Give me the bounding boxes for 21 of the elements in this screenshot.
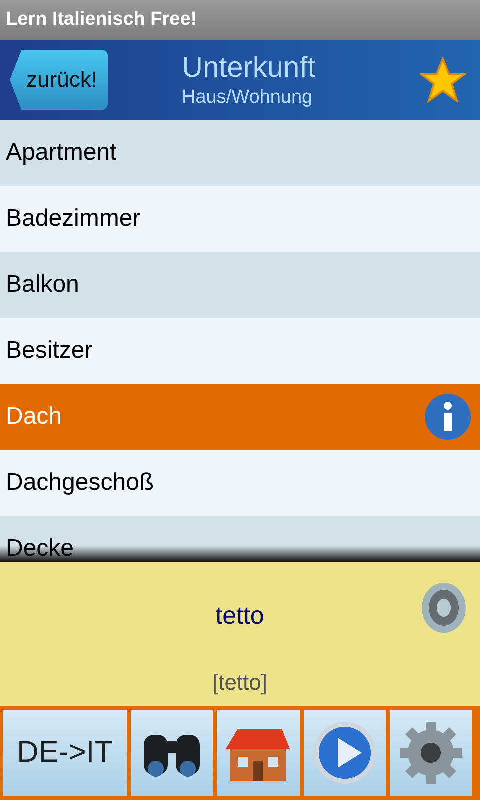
info-icon[interactable] [424, 393, 472, 441]
star-icon[interactable] [420, 57, 466, 103]
toolbar-button[interactable] [390, 710, 472, 796]
back-button[interactable]: zurück! [10, 50, 108, 110]
translation-word: tetto [216, 602, 264, 630]
pronunciation-text: [tetto] [211, 670, 269, 697]
category-title: Unterkunft [182, 51, 316, 86]
category-subtitle: Haus/Wohnung [182, 86, 313, 110]
speaker-icon[interactable] [420, 582, 468, 634]
word-row[interactable]: Dachgeschoß [0, 450, 480, 516]
settings-icon [398, 720, 464, 786]
word-row[interactable]: Apartment [0, 120, 480, 186]
word-row[interactable]: Besitzer [0, 318, 480, 384]
app-title: Lern Italienisch Free! [6, 9, 198, 31]
play-icon [312, 720, 378, 786]
word-row[interactable]: Decke [0, 516, 480, 562]
word-row[interactable]: Badezimmer [0, 186, 480, 252]
direction-button[interactable]: DE->IT [3, 710, 127, 796]
toolbar-button[interactable] [131, 710, 214, 796]
toolbar-button[interactable] [217, 710, 300, 796]
word-row[interactable]: Balkon [0, 252, 480, 318]
